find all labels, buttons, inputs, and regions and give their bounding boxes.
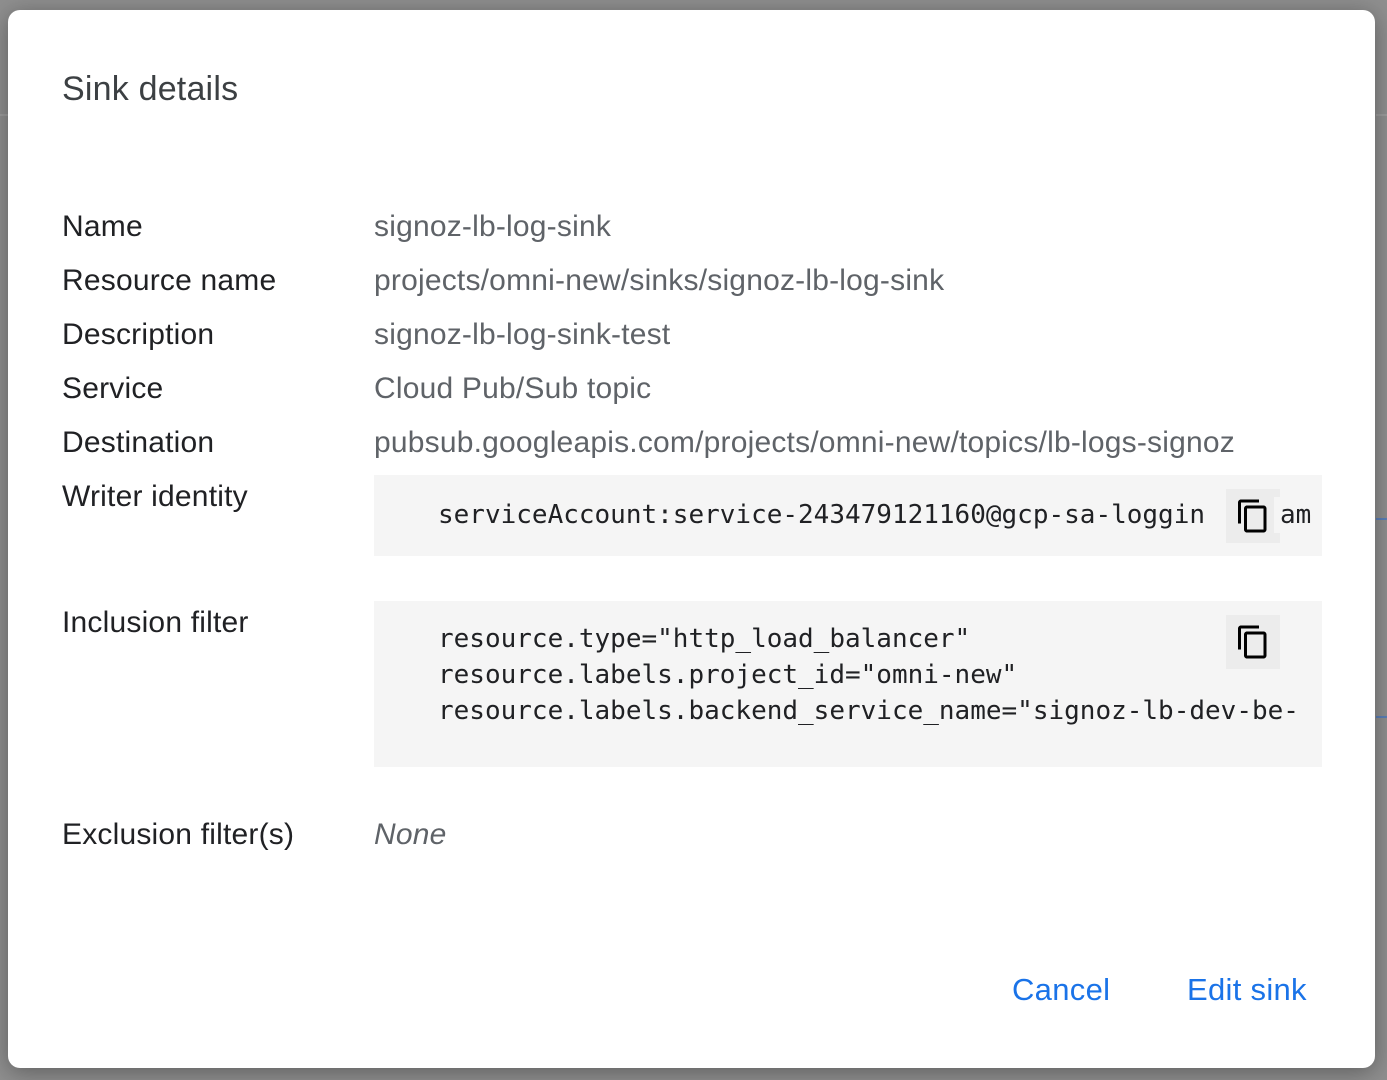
copy-inclusion-filter-button[interactable] [1226, 615, 1280, 669]
copy-icon [1238, 499, 1267, 533]
inclusion-filter-codebox: resource.type="http_load_balancer" resou… [374, 601, 1322, 767]
copy-icon [1238, 625, 1267, 659]
exclusion-filter-value: None [374, 818, 447, 851]
service-label: Service [62, 372, 164, 405]
service-value: Cloud Pub/Sub topic [374, 372, 652, 405]
backdrop-divider [0, 114, 8, 116]
backdrop-accent-line [1376, 518, 1387, 520]
writer-identity-value-tail: am [1274, 497, 1312, 533]
sink-details-dialog: Sink details Name signoz-lb-log-sink Res… [8, 10, 1375, 1068]
dialog-title: Sink details [62, 70, 239, 108]
resource-name-label: Resource name [62, 264, 277, 297]
name-label: Name [62, 210, 143, 243]
writer-identity-label: Writer identity [62, 480, 248, 513]
edit-sink-button[interactable]: Edit sink [1187, 972, 1307, 1008]
writer-identity-codebox: serviceAccount:service-243479121160@gcp-… [374, 475, 1322, 556]
inclusion-filter-label: Inclusion filter [62, 606, 249, 639]
backdrop-divider [1376, 114, 1387, 116]
inclusion-filter-line: resource.labels.project_id="omni-new" [438, 660, 1018, 690]
exclusion-filter-label: Exclusion filter(s) [62, 818, 295, 851]
cancel-button[interactable]: Cancel [1012, 972, 1110, 1008]
description-value: signoz-lb-log-sink-test [374, 318, 671, 351]
name-value: signoz-lb-log-sink [374, 210, 612, 243]
description-label: Description [62, 318, 215, 351]
copy-writer-identity-button[interactable] [1226, 489, 1280, 543]
destination-value: pubsub.googleapis.com/projects/omni-new/… [374, 426, 1235, 459]
backdrop-accent-line [1376, 716, 1387, 718]
resource-name-value: projects/omni-new/sinks/signoz-lb-log-si… [374, 264, 945, 297]
inclusion-filter-line: resource.labels.backend_service_name="si… [438, 696, 1299, 726]
writer-identity-value: serviceAccount:service-243479121160@gcp-… [438, 500, 1206, 530]
destination-label: Destination [62, 426, 215, 459]
inclusion-filter-line: resource.type="http_load_balancer" [438, 624, 971, 654]
